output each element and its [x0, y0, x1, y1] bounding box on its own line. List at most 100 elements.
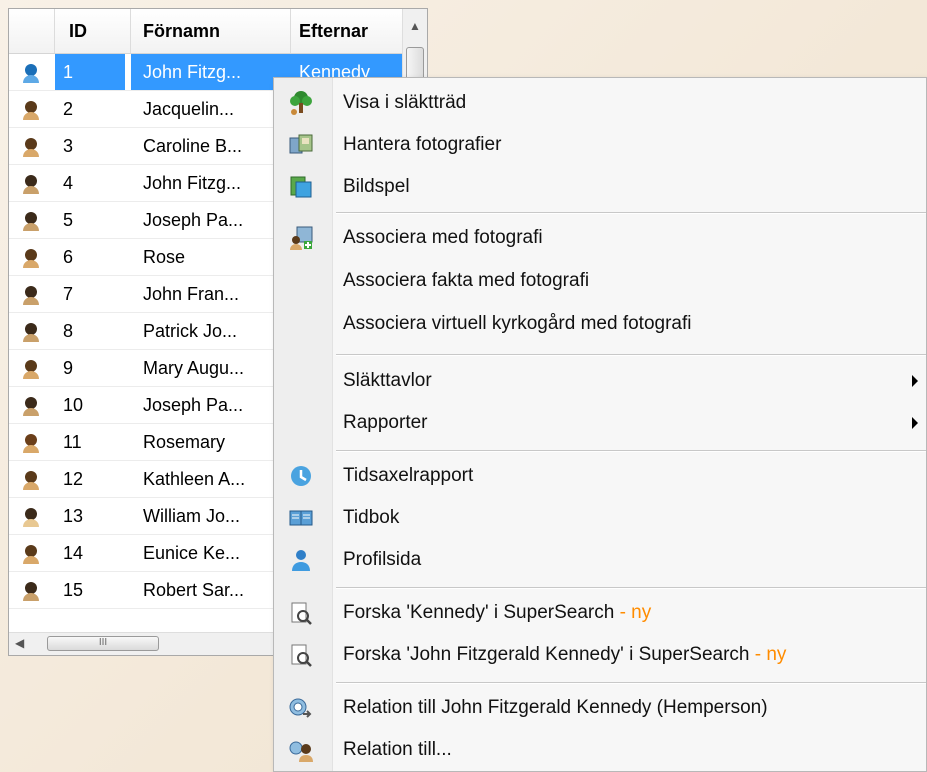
icon-column-header[interactable]	[9, 9, 55, 53]
person-icon	[23, 545, 39, 564]
menu-item-label: Profilsida	[343, 549, 422, 570]
column-header-fornamn[interactable]: Förnamn	[131, 9, 291, 53]
cell-id: 12	[63, 469, 84, 489]
menu-item-tidsaxelrapport[interactable]: Tidsaxelrapport	[274, 455, 927, 497]
cell-id: 5	[63, 210, 74, 230]
person-icon	[23, 508, 39, 527]
cell-first-name: Robert Sar...	[143, 580, 245, 600]
person-icon	[23, 64, 39, 83]
person-icon	[23, 397, 39, 416]
cell-id: 6	[63, 247, 74, 267]
relation-people-icon	[289, 741, 313, 762]
menu-item-label: Släkttavlor	[343, 370, 432, 391]
cell-first-name: Joseph Pa...	[143, 395, 244, 415]
person-icon	[23, 286, 39, 305]
menu-separator	[336, 450, 926, 452]
column-header-id[interactable]: ID	[55, 9, 131, 53]
menu-item-label: Rapporter	[343, 412, 428, 433]
menu-item-label: Forska 'Kennedy' i SuperSearch - ny	[343, 592, 651, 634]
menu-item-hantera-fotografier[interactable]: Hantera fotografier	[274, 124, 927, 166]
person-icon	[23, 323, 39, 342]
new-badge: - ny	[614, 602, 652, 623]
menu-item-bildspel[interactable]: Bildspel	[274, 166, 927, 208]
menu-separator	[336, 682, 926, 684]
menu-separator	[336, 212, 926, 214]
family-tree-icon	[290, 91, 312, 115]
search-doc-icon	[291, 644, 312, 667]
cell-id: 13	[63, 506, 84, 526]
cell-first-name: Caroline B...	[143, 136, 243, 156]
menu-item-associera-med-fotografi[interactable]: Associera med fotografi	[274, 217, 927, 259]
relation-icon	[289, 698, 312, 718]
person-icon	[23, 175, 39, 194]
column-header-efternamn[interactable]: Efternar	[291, 9, 404, 53]
menu-item-forska-kennedy[interactable]: Forska 'Kennedy' i SuperSearch - ny	[274, 592, 927, 634]
menu-item-label: Bildspel	[343, 176, 410, 197]
menu-item-relation-jfk[interactable]: Relation till John Fitzgerald Kennedy (H…	[274, 687, 927, 729]
cell-first-name: John Fitzg...	[131, 54, 291, 90]
cell-id: 4	[63, 173, 74, 193]
menu-item-rapporter[interactable]: Rapporter	[274, 402, 927, 444]
menu-item-label: Relation till John Fitzgerald Kennedy (H…	[343, 697, 768, 718]
cell-first-name: Eunice Ke...	[143, 543, 241, 563]
menu-item-tidbok[interactable]: Tidbok	[274, 497, 927, 539]
menu-item-visa-i-slakttrad[interactable]: Visa i släktträd	[274, 82, 927, 124]
menu-item-label: Forska 'John Fitzgerald Kennedy' i Super…	[343, 634, 786, 676]
timeline-icon	[291, 466, 311, 486]
cell-first-name: John Fran...	[143, 284, 240, 304]
cell-first-name: Kathleen A...	[143, 469, 246, 489]
cell-first-name: John Fitzg...	[143, 173, 242, 193]
cell-first-name: William Jo...	[143, 506, 241, 526]
cell-id: 10	[63, 395, 84, 415]
cell-first-name: Jacquelin...	[143, 99, 235, 119]
cell-id: 8	[63, 321, 74, 341]
person-icon	[23, 138, 39, 157]
context-menu: Visa i släktträd Hantera fotografier Bil…	[273, 77, 927, 772]
submenu-arrow-icon	[912, 417, 918, 429]
menu-item-forska-jfk[interactable]: Forska 'John Fitzgerald Kennedy' i Super…	[274, 634, 927, 676]
cell-id: 1	[55, 54, 125, 90]
cell-first-name: Mary Augu...	[143, 358, 245, 378]
menu-item-label: Associera med fotografi	[343, 227, 543, 248]
menu-item-label: Hantera fotografier	[343, 134, 502, 155]
menu-item-label: Tidsaxelrapport	[343, 465, 474, 486]
cell-id: 2	[63, 99, 74, 119]
person-icon	[23, 434, 39, 453]
new-badge: - ny	[749, 644, 787, 665]
book-icon	[289, 510, 313, 526]
menu-item-text: Forska 'John Fitzgerald Kennedy' i Super…	[343, 644, 750, 665]
menu-separator	[336, 354, 926, 356]
cell-first-name: Rose	[143, 247, 186, 267]
menu-item-label: Associera virtuell kyrkogård med fotogra…	[343, 313, 692, 334]
person-icon	[23, 582, 39, 601]
cell-id: 3	[63, 136, 74, 156]
menu-item-profilsida[interactable]: Profilsida	[274, 539, 927, 581]
menu-separator	[336, 587, 926, 589]
person-icon	[23, 471, 39, 490]
scroll-left-icon[interactable]: ◀	[15, 636, 24, 650]
menu-item-relation-till[interactable]: Relation till...	[274, 729, 927, 771]
cell-id: 9	[63, 358, 74, 378]
cell-id: 15	[63, 580, 84, 600]
cell-id: 11	[63, 432, 82, 452]
menu-item-label: Visa i släktträd	[343, 92, 467, 113]
grid-header: ID Förnamn Efternar	[9, 9, 404, 54]
menu-item-text: Forska 'Kennedy' i SuperSearch	[343, 602, 615, 623]
scroll-up-icon[interactable]: ▲	[406, 19, 424, 37]
person-icon	[23, 101, 39, 120]
cell-first-name: Joseph Pa...	[143, 210, 244, 230]
menu-item-slakttavlor[interactable]: Släkttavlor	[274, 360, 927, 402]
horizontal-scroll-thumb[interactable]: III	[47, 636, 159, 651]
person-icon	[23, 249, 39, 268]
menu-item-associera-kyrkogard[interactable]: Associera virtuell kyrkogård med fotogra…	[274, 303, 927, 345]
menu-item-label: Associera fakta med fotografi	[343, 270, 590, 291]
associate-photo-icon	[290, 226, 313, 250]
menu-item-associera-fakta[interactable]: Associera fakta med fotografi	[274, 260, 927, 302]
person-icon	[23, 360, 39, 379]
photos-icon	[289, 134, 313, 154]
cell-id: 7	[63, 284, 74, 304]
submenu-arrow-icon	[912, 375, 918, 387]
slideshow-icon	[290, 176, 312, 198]
cell-first-name: Patrick Jo...	[143, 321, 238, 341]
person-icon	[23, 212, 39, 231]
